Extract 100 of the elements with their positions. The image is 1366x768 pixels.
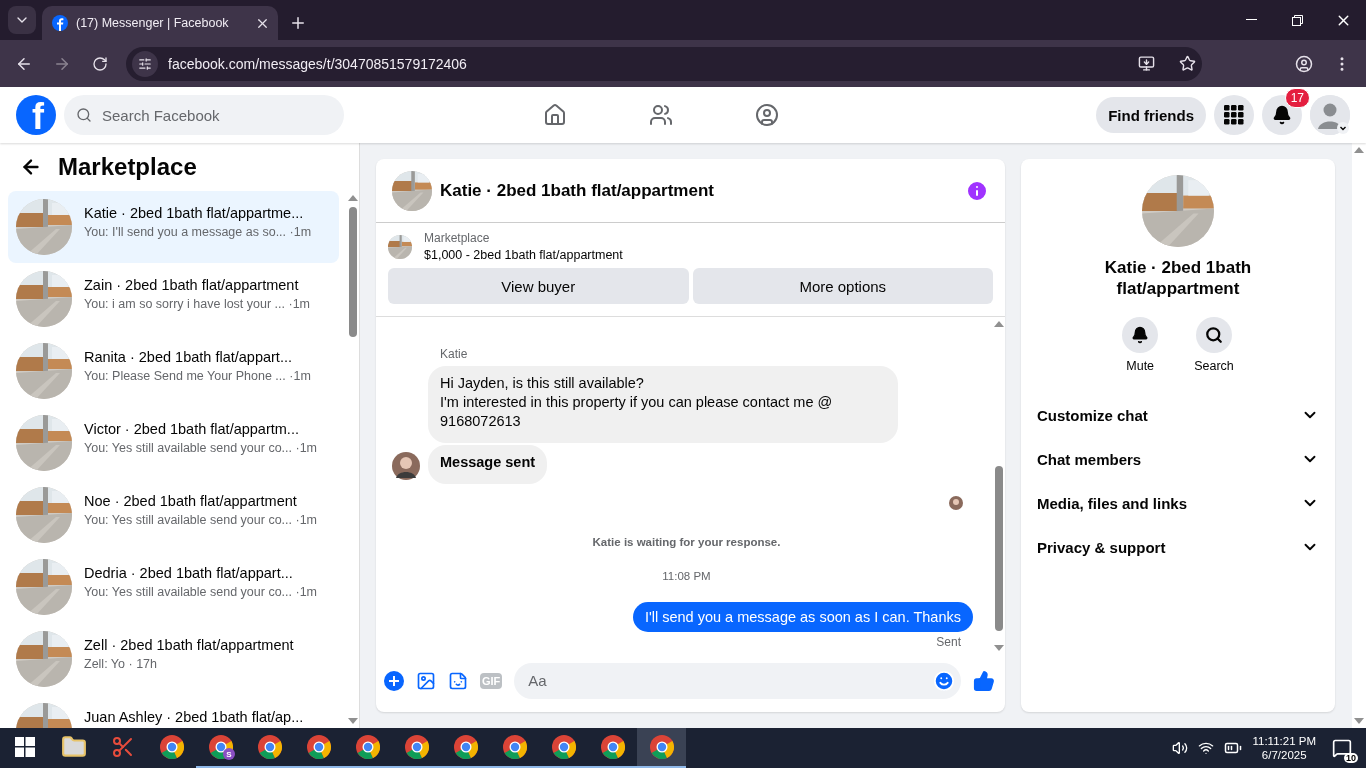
search-bar[interactable]: Search Facebook (64, 95, 344, 135)
site-info-button[interactable] (132, 50, 158, 77)
section-header[interactable]: Privacy & support (1029, 525, 1327, 569)
grid-icon (1224, 105, 1244, 125)
person-avatar (392, 452, 420, 480)
timestamp: 11:08 PM (662, 570, 711, 582)
profile-icon[interactable] (1295, 54, 1313, 73)
waiting-notice: Katie is waiting for your response. (592, 536, 781, 548)
conversation-item[interactable]: Katie · 2bed 1bath flat/appartme... You: I'll send you a message as so... ·1m (8, 191, 339, 263)
groups-icon[interactable] (755, 103, 779, 127)
find-friends-button[interactable]: Find friends (1096, 97, 1206, 133)
bell-icon (1131, 326, 1150, 344)
clock-date[interactable]: 6/7/2025 (1261, 749, 1307, 761)
conversation-name: Ranita · 2bed 1bath flat/appart... (84, 349, 293, 365)
chrome-icon (551, 735, 576, 759)
sticker-icon[interactable] (448, 670, 468, 691)
conversation-item[interactable]: Ranita · 2bed 1bath flat/appart... You: Please Send me Your Phone ... ·1m (8, 335, 339, 407)
sidebar-title: Marketplace (58, 153, 197, 181)
scroll-up-icon[interactable] (1354, 147, 1364, 153)
conversation-item[interactable]: Victor · 2bed 1bath flat/appartm... You: Yes still available send your co... ·1m (8, 407, 339, 479)
friends-icon[interactable] (649, 103, 673, 127)
conversation-item[interactable]: Zell · 2bed 1bath flat/appartment Zell: Yo · 17h (8, 623, 339, 695)
conversation-name: Noe · 2bed 1bath flat/appartment (84, 493, 298, 509)
favicon-icon (52, 15, 68, 31)
chrome-icon (257, 735, 282, 759)
section-header[interactable]: Chat members (1029, 437, 1327, 481)
section-header[interactable]: Customize chat (1029, 393, 1327, 437)
like-icon[interactable] (973, 669, 995, 692)
scroll-up-icon[interactable] (994, 321, 1004, 327)
home-icon[interactable] (543, 103, 567, 127)
tab-search-button[interactable] (8, 6, 36, 34)
notification-count: 10 (1344, 753, 1358, 763)
bookmark-icon[interactable] (1179, 55, 1196, 72)
account-button[interactable] (1310, 95, 1350, 135)
folder-icon (60, 734, 87, 760)
chat-title: Katie · 2bed 1bath flat/appartment (440, 180, 715, 201)
volume-icon[interactable] (1172, 740, 1189, 756)
reload-icon[interactable] (92, 55, 108, 72)
facebook-logo[interactable]: f (16, 95, 56, 135)
listing-label: Marketplace (424, 231, 491, 245)
scroll-down-icon[interactable] (994, 645, 1004, 651)
conversation-item[interactable]: Dedria · 2bed 1bath flat/appart... You: Yes still available send your co... ·1m (8, 551, 339, 623)
bell-icon (1272, 105, 1292, 125)
search-icon (76, 107, 92, 123)
scroll-up-icon[interactable] (348, 195, 358, 201)
minimize-icon[interactable] (1245, 19, 1257, 21)
chrome-icon (600, 735, 625, 759)
scrollbar-thumb[interactable] (349, 207, 357, 337)
listing-title: $1,000 - 2bed 1bath flat/appartment (424, 248, 623, 262)
contact-name: Katie · 2bed 1bath flat/appartment (1103, 257, 1253, 299)
chrome-icon (502, 735, 527, 759)
wifi-icon[interactable] (1198, 740, 1215, 756)
menu-button[interactable] (1214, 95, 1254, 135)
scrollbar-thumb[interactable] (995, 466, 1003, 631)
sliders-icon (138, 56, 152, 71)
message-field[interactable]: Aa (526, 671, 933, 690)
taskbar-app[interactable]: S (196, 728, 245, 768)
conversation-name: Victor · 2bed 1bath flat/appartm... (84, 421, 300, 437)
tab-title: (17) Messenger | Facebook (76, 16, 230, 30)
message-bubble: Hi Jayden, is this still available? I'm interested in this property if you can please contact me @ 9168072613 (428, 366, 898, 443)
add-icon[interactable] (384, 670, 404, 691)
start-icon[interactable] (14, 737, 35, 757)
clock-time[interactable]: 11:11:21 PM (1252, 735, 1316, 747)
browser-tab[interactable]: (17) Messenger | Facebook (42, 6, 278, 40)
search-field[interactable]: Search Facebook (100, 105, 332, 125)
conversation-name: Katie · 2bed 1bath flat/appartme... (84, 205, 305, 221)
scissors-icon (110, 735, 135, 759)
chrome-icon (453, 735, 478, 759)
sent-status: Sent (936, 635, 961, 649)
notification-badge: 17 (1284, 88, 1310, 108)
conversation-snippet: Zell: Yo · 17h (84, 657, 158, 671)
conversation-item[interactable]: Noe · 2bed 1bath flat/appartment You: Yes still available send your co... ·1m (8, 479, 339, 551)
message-bar[interactable]: Aa (514, 662, 961, 699)
chrome-icon (404, 735, 429, 759)
install-icon[interactable] (1138, 55, 1155, 72)
conversation-snippet: You: Please Send me Your Phone ... ·1m (84, 369, 311, 383)
notifications-button[interactable] (1262, 95, 1302, 135)
conversation-snippet: You: I'll send you a message as so... ·1m (84, 225, 312, 239)
message-bubble: I'll send you a message as soon as I can. Thanks (632, 602, 973, 632)
conversation-name: Dedria · 2bed 1bath flat/appart... (84, 565, 294, 581)
conversation-snippet: You: Yes still available send your co... ·1m (84, 441, 318, 455)
conversation-snippet: You: Yes still available send your co... ·1m (84, 513, 318, 527)
conversation-item[interactable]: Zain · 2bed 1bath flat/appartment You: i am so sorry i have lost your ... ·1m (8, 263, 339, 335)
chrome-icon (649, 735, 674, 759)
conversation-snippet: You: Yes still available send your co... ·1m (84, 585, 318, 599)
listing-button[interactable]: More options (692, 268, 993, 304)
emoji-icon[interactable] (933, 669, 955, 692)
seen-avatar (949, 496, 963, 510)
restore-icon[interactable] (1291, 14, 1303, 26)
taskbar-app[interactable] (637, 728, 686, 768)
listing-button[interactable]: View buyer (388, 268, 689, 304)
chrome-icon (306, 735, 331, 759)
account-avatar-icon (1310, 95, 1350, 135)
new-tab-icon[interactable] (289, 14, 307, 32)
message-bubble: Message sent (428, 445, 548, 484)
section-header[interactable]: Media, files and links (1029, 481, 1327, 525)
conversation-name: Zain · 2bed 1bath flat/appartment (84, 277, 300, 293)
photo-icon[interactable] (416, 670, 436, 691)
conversation-name: Juan Ashley · 2bed 1bath flat/ap... (84, 709, 304, 725)
chrome-icon (355, 735, 380, 759)
